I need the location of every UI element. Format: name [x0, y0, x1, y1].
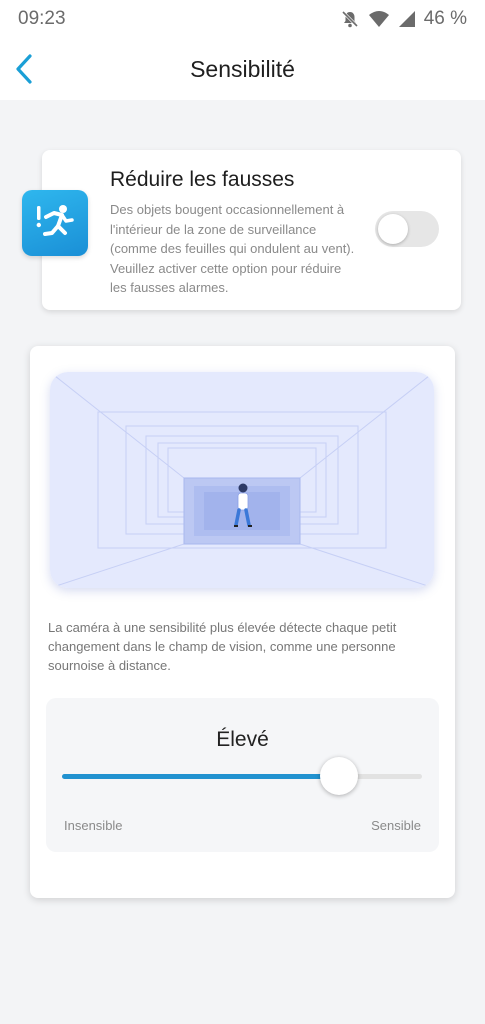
- status-icons: 46 %: [340, 8, 467, 30]
- slider-min-label: Insensible: [64, 818, 123, 833]
- sensitivity-info: La caméra à une sensibilité plus élevée …: [48, 620, 397, 673]
- false-alarm-toggle[interactable]: [375, 211, 439, 247]
- wifi-icon: [368, 11, 389, 27]
- status-time: 09:23: [18, 8, 66, 29]
- bell-muted-icon: [341, 10, 358, 28]
- false-alarm-card: Réduire les fausses Des objets bougent o…: [42, 150, 461, 310]
- sensitivity-level-label: Élevé: [216, 728, 269, 751]
- toggle-knob: [378, 214, 408, 244]
- battery-text: 46 %: [423, 8, 467, 29]
- person-in-corridor-illustration: [50, 372, 434, 588]
- back-button[interactable]: [10, 52, 38, 86]
- slider-max-label: Sensible: [371, 818, 421, 833]
- chevron-left-icon: [16, 54, 32, 84]
- slider-thumb[interactable]: [320, 757, 358, 795]
- app-bar: Sensibilité: [0, 38, 485, 100]
- status-bar: 09:23 46 %: [0, 0, 485, 38]
- sensitivity-slider[interactable]: [62, 756, 422, 796]
- false-alarm-description: Des objets bougent occasionnellement à l…: [110, 202, 355, 295]
- false-alarm-title: Réduire les fausses: [110, 168, 295, 191]
- page-title: Sensibilité: [190, 55, 295, 82]
- cell-signal-icon: [398, 11, 415, 27]
- sensitivity-panel: Élevé Insensible Sensible: [46, 698, 439, 852]
- slider-fill: [62, 774, 339, 779]
- sensitivity-card: La caméra à une sensibilité plus élevée …: [30, 346, 455, 898]
- running-person-alert-icon: [22, 190, 88, 256]
